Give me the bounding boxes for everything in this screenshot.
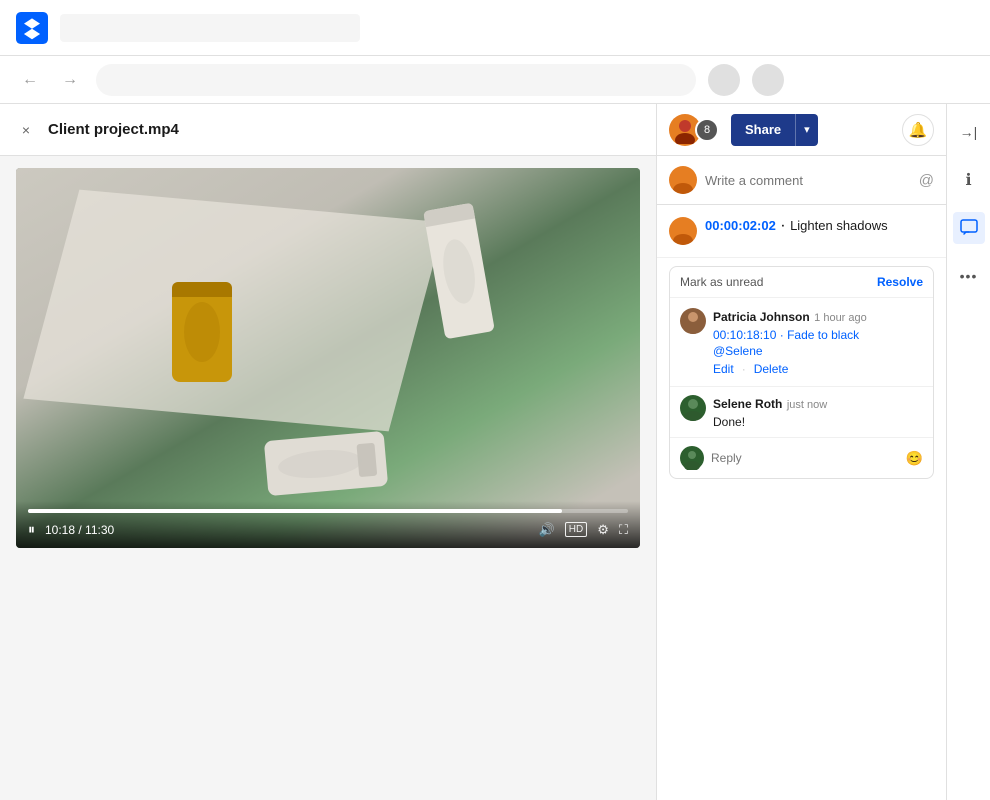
file-title: Client project.mp4	[48, 121, 179, 138]
bg-shape-1	[24, 190, 446, 432]
reply-input-field[interactable]	[711, 451, 899, 465]
share-button-group: Share ▾	[731, 114, 818, 146]
time-display: 10:18 / 11:30	[45, 523, 114, 537]
control-icons: 🔊 HD ⚙ ⛶	[539, 522, 628, 538]
forward-button[interactable]: →	[56, 66, 84, 94]
dropbox-logo	[16, 12, 48, 44]
patricia-name: Patricia Johnson	[713, 310, 810, 324]
thread-header: Mark as unread Resolve	[670, 267, 933, 298]
bottle-white-2	[263, 431, 387, 496]
action-separator: ·	[742, 362, 746, 376]
close-button[interactable]: ×	[16, 120, 36, 140]
top-bar	[0, 0, 990, 56]
original-separator: ·	[780, 217, 790, 234]
selene-reply-content: Selene Roth just now Done!	[713, 395, 827, 429]
selene-name: Selene Roth	[713, 397, 782, 411]
hd-button[interactable]: HD	[565, 522, 587, 537]
thread-box: Mark as unread Resolve Patricia Johnson …	[669, 266, 934, 479]
video-panel: × Client project.mp4	[0, 104, 656, 800]
top-address-bar	[60, 14, 360, 42]
avatar-count: 8	[695, 118, 719, 142]
progress-bar-fill	[28, 509, 562, 513]
share-button[interactable]: Share	[731, 114, 795, 146]
selene-avatar	[680, 395, 706, 421]
bell-icon: 🔔	[909, 121, 928, 139]
right-sidebar: →| ℹ •••	[946, 104, 990, 800]
bottle-yellow	[172, 282, 232, 382]
at-icon[interactable]: @	[919, 172, 934, 189]
patricia-timestamp[interactable]: 00:10:18:10 · Fade to black	[713, 328, 867, 342]
edit-button[interactable]: Edit	[713, 362, 734, 376]
play-pause-button[interactable]: ⏸	[28, 521, 35, 538]
thread-comment-patricia: Patricia Johnson 1 hour ago 00:10:18:10 …	[670, 298, 933, 387]
file-header: × Client project.mp4	[0, 104, 656, 156]
controls-row: ⏸ 10:18 / 11:30 🔊 HD ⚙ ⛶	[28, 521, 628, 538]
bell-button[interactable]: 🔔	[902, 114, 934, 146]
url-bar[interactable]	[96, 64, 696, 96]
video-thumbnail	[16, 168, 640, 548]
nav-profile-circle	[708, 64, 740, 96]
fullscreen-button[interactable]: ⛶	[619, 522, 628, 538]
patricia-time: 1 hour ago	[814, 312, 867, 324]
info-button[interactable]: ℹ	[953, 164, 985, 196]
comment-input-area: @	[657, 156, 946, 205]
original-timestamp[interactable]: 00:00:02:02	[705, 218, 776, 233]
patricia-avatar	[680, 308, 706, 334]
volume-button[interactable]: 🔊	[539, 522, 555, 538]
main-content: × Client project.mp4	[0, 104, 990, 800]
comments-panel: 8 Share ▾ 🔔 @ 00:00:02:02	[656, 104, 946, 800]
settings-button[interactable]: ⚙	[597, 522, 609, 538]
more-options-button[interactable]: •••	[953, 260, 985, 292]
mark-unread-label[interactable]: Mark as unread	[680, 275, 763, 289]
reply-comment-selene: Selene Roth just now Done!	[670, 387, 933, 438]
share-dropdown-button[interactable]: ▾	[795, 114, 818, 146]
video-player[interactable]: ⏸ 10:18 / 11:30 🔊 HD ⚙ ⛶	[16, 168, 640, 548]
nav-extra-circle	[752, 64, 784, 96]
original-comment-text: Lighten shadows	[790, 218, 888, 233]
delete-button[interactable]: Delete	[754, 362, 789, 376]
original-comment: 00:00:02:02 · Lighten shadows	[657, 205, 946, 258]
resolve-button[interactable]: Resolve	[877, 275, 923, 289]
original-comment-body: 00:00:02:02 · Lighten shadows	[705, 217, 888, 235]
patricia-comment-header: Patricia Johnson 1 hour ago 00:10:18:10 …	[680, 308, 923, 376]
patricia-actions: Edit · Delete	[713, 362, 867, 376]
comments-button[interactable]	[953, 212, 985, 244]
progress-bar-container[interactable]	[28, 509, 628, 513]
back-button[interactable]: ←	[16, 66, 44, 94]
comment-user-avatar	[669, 217, 697, 245]
exit-sidebar-button[interactable]: →|	[953, 116, 985, 148]
avatar-group: 8	[669, 114, 719, 146]
selene-time: just now	[787, 399, 827, 411]
current-user-avatar	[669, 166, 697, 194]
reply-user-avatar	[680, 446, 704, 470]
patricia-mention[interactable]: @Selene	[713, 344, 867, 358]
comments-header: 8 Share ▾ 🔔	[657, 104, 946, 156]
video-controls: ⏸ 10:18 / 11:30 🔊 HD ⚙ ⛶	[16, 501, 640, 548]
reply-input-area: 😊	[670, 438, 933, 478]
selene-reply-text: Done!	[713, 415, 827, 429]
nav-bar: ← →	[0, 56, 990, 104]
reply-emoji-icon[interactable]: 😊	[906, 450, 923, 467]
comment-input-field[interactable]	[705, 173, 911, 188]
patricia-comment-content: Patricia Johnson 1 hour ago 00:10:18:10 …	[713, 308, 867, 376]
